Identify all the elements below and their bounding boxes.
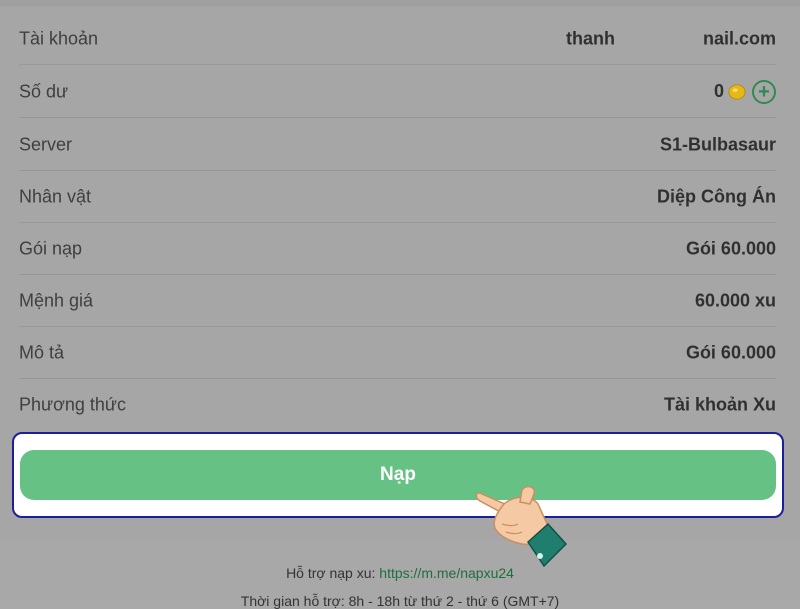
footer: Hỗ trợ nạp xu: https://m.me/napxu24 Thời… (0, 540, 800, 609)
package-label: Gói nạp (19, 238, 83, 258)
pointing-hand-icon (475, 485, 568, 568)
support-label: Hỗ trợ nạp xu: (286, 565, 380, 581)
row-balance: Số dư 0 + (19, 66, 776, 118)
submit-topup-button[interactable]: Nạp (20, 450, 776, 500)
payment-method-label: Phương thức (19, 394, 126, 415)
support-line: Hỗ trợ nạp xu: https://m.me/napxu24 (0, 565, 800, 581)
add-balance-button[interactable]: + (752, 79, 776, 104)
denomination-value: 60.000 xu (694, 290, 776, 310)
server-value: S1-Bulbasaur (659, 134, 776, 154)
panel-top-edge (0, 0, 800, 6)
account-value-end: nail.com (702, 28, 776, 48)
coin-icon (728, 83, 746, 100)
balance-value-group: 0 + (713, 79, 776, 104)
character-label: Nhân vật (19, 186, 92, 206)
support-hours: Thời gian hỗ trợ: 8h - 18h từ thứ 2 - th… (240, 593, 560, 609)
balance-label: Số dư (19, 81, 69, 101)
account-label: Tài khoản (19, 28, 99, 48)
payment-summary-panel: Tài khoản thanh nail.com Số dư 0 + Serve… (0, 0, 800, 540)
server-label: Server (19, 134, 73, 154)
package-value: Gói 60.000 (685, 238, 776, 258)
account-mask (614, 28, 703, 49)
balance-value: 0 (713, 81, 724, 101)
description-label: Mô tả (19, 342, 65, 362)
row-payment-method: Phương thức Tài khoản Xu (19, 379, 776, 431)
row-character: Nhân vật Diệp Công Án (19, 171, 776, 223)
payment-method-value: Tài khoản Xu (663, 394, 776, 415)
description-value: Gói 60.000 (685, 342, 776, 362)
row-denomination: Mệnh giá 60.000 xu (19, 275, 776, 327)
denomination-label: Mệnh giá (19, 290, 94, 310)
row-package: Gói nạp Gói 60.000 (19, 223, 776, 275)
account-value-start: thanh (565, 28, 615, 48)
row-account: Tài khoản thanh nail.com (19, 13, 776, 65)
row-server: Server S1-Bulbasaur (19, 119, 776, 171)
row-description: Mô tả Gói 60.000 (19, 327, 776, 379)
character-value: Diệp Công Án (657, 186, 776, 206)
account-value: thanh nail.com (566, 28, 776, 49)
